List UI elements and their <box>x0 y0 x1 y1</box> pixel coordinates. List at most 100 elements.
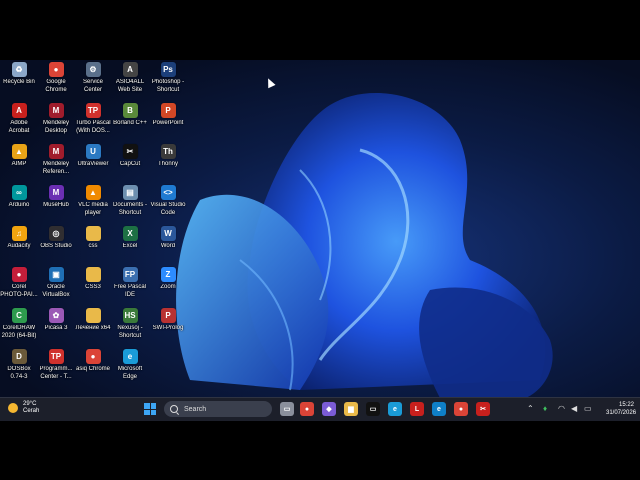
desktop-icon-label: Word <box>160 243 176 249</box>
desktop-icon[interactable]: Z Zoom <box>149 267 187 307</box>
desktop-icon[interactable]: X Excel <box>111 226 149 266</box>
desktop-icon[interactable]: ♻ Recycle Bin <box>0 62 38 102</box>
desktop-icon[interactable]: P SWI-Prolog <box>149 308 187 348</box>
desktop-icon[interactable]: TP Programm... Center - T... <box>37 349 75 389</box>
desktop-icon[interactable]: ▤ Documents - Shortcut <box>111 185 149 225</box>
desktop-icon-label: Oracle VirtualBox <box>42 284 70 298</box>
photoshop-icon: Ps <box>160 62 176 77</box>
desktop-icon-label: Picasa 3 <box>44 325 68 331</box>
audacity-icon: ♫ <box>11 226 27 241</box>
desktop-icon[interactable]: TP Turbo Pascal (With DOS... <box>74 103 112 143</box>
weather-widget[interactable]: 29°C Cerah <box>8 401 39 415</box>
desktop-icon[interactable]: D DOSBox 0.74-3 <box>0 349 38 389</box>
desktop-icon[interactable]: ♫ Audacity <box>0 226 38 266</box>
edge-icon[interactable]: e <box>388 402 402 416</box>
taskbar: 29°C Cerah Search ▭ ● ◆ ▆ ▭ e Le ● ✂ ⌃ ♦ ◠ ◀ ▭ 1… <box>0 397 640 421</box>
desktop-icon-label: OBS Studio <box>40 243 72 249</box>
corel-photo-paint-icon: ● <box>11 267 27 282</box>
vscode-icon: <> <box>160 185 176 200</box>
service-center-icon: ⚙ <box>85 62 101 77</box>
desktop-icon[interactable]: B Borland C++ <box>111 103 149 143</box>
recycle-bin-icon: ♻ <box>11 62 27 77</box>
desktop-icon-label: Mendeley Desktop <box>42 120 69 134</box>
desktop-icon-label: Mendeley Referen... <box>42 161 70 175</box>
desktop-icon[interactable]: HS Nexusoj - Shortcut <box>111 308 149 348</box>
file-explorer-icon[interactable]: ▆ <box>344 402 358 416</box>
lwks-icon[interactable]: L <box>410 402 424 416</box>
desktop-icon[interactable]: A ASIO4ALL Web Site <box>111 62 149 102</box>
folder-icon <box>85 267 101 282</box>
nexusoj-icon: HS <box>122 308 138 323</box>
desktop-icon-label: Audacity <box>7 243 31 249</box>
chevron-up-icon[interactable]: ⌃ <box>527 404 534 413</box>
program-center-icon: TP <box>48 349 64 364</box>
desktop-icon[interactable]: CSS3 <box>74 267 112 307</box>
desktop-icon[interactable]: ⚙ Service Center <box>74 62 112 102</box>
desktop-icon[interactable]: ● asiq Chrome <box>74 349 112 389</box>
powerpoint-icon: P <box>160 103 176 118</box>
desktop-icon[interactable]: P PowerPoint <box>149 103 187 143</box>
desktop-icon[interactable]: ▣ Oracle VirtualBox <box>37 267 75 307</box>
desktop-icon[interactable]: ▲ VLC media player <box>74 185 112 225</box>
desktop-icon[interactable]: ✂ CapCut <box>111 144 149 184</box>
desktop-icon[interactable]: Лечение x64 <box>74 308 112 348</box>
documents-icon: ▤ <box>122 185 138 200</box>
edge-browser-icon[interactable]: e <box>432 402 446 416</box>
battery-icon[interactable]: ▭ <box>584 404 592 413</box>
chrome-profile-icon[interactable]: ● <box>454 402 468 416</box>
copilot-icon[interactable]: ◆ <box>322 402 336 416</box>
microphone-icon[interactable]: ♦ <box>543 404 547 413</box>
system-clock[interactable]: 15:22 31/07/2026 <box>606 401 636 417</box>
desktop-icon[interactable]: css <box>74 226 112 266</box>
chrome-icon: ● <box>85 349 101 364</box>
desktop-icon[interactable]: W Word <box>149 226 187 266</box>
desktop-icon-label: Turbo Pascal (With DOS... <box>75 120 111 134</box>
capcut-icon: ✂ <box>122 144 138 159</box>
terminal-icon[interactable]: ▭ <box>366 402 380 416</box>
turbo-pascal-icon: TP <box>85 103 101 118</box>
desktop-icon-label: Microsoft Edge <box>117 366 143 380</box>
desktop-icon-label: ASIO4ALL Web Site <box>115 79 145 93</box>
clock-time: 15:22 <box>618 402 634 408</box>
desktop-icon[interactable]: Ps Photoshop - Shortcut <box>149 62 187 102</box>
desktop-icon-label: SWI-Prolog <box>152 325 184 331</box>
desktop-icon[interactable]: M MuseHub <box>37 185 75 225</box>
ultraviewer-icon: U <box>85 144 101 159</box>
desktop-icon[interactable]: U UltraViewer <box>74 144 112 184</box>
desktop-icon[interactable]: ✿ Picasa 3 <box>37 308 75 348</box>
acrobat-icon: A <box>11 103 27 118</box>
free-pascal-icon: FP <box>122 267 138 282</box>
wifi-icon[interactable]: ◠ <box>558 404 565 413</box>
desktop-icon[interactable]: ∞ Arduino <box>0 185 38 225</box>
dosbox-icon: D <box>11 349 27 364</box>
arduino-icon: ∞ <box>11 185 27 200</box>
chrome-icon[interactable]: ● <box>300 402 314 416</box>
snipping-tool-icon[interactable]: ✂ <box>476 402 490 416</box>
taskbar-search-box[interactable]: Search <box>164 401 272 417</box>
desktop-icon[interactable]: A Adobe Acrobat <box>0 103 38 143</box>
desktop-icon-label: Photoshop - Shortcut <box>151 79 185 93</box>
desktop-icon[interactable]: Th Thonny <box>149 144 187 184</box>
desktop-icon[interactable]: M Mendeley Desktop <box>37 103 75 143</box>
mendeley-reference-icon: M <box>48 144 64 159</box>
desktop-icon[interactable]: ▲ AIMP <box>0 144 38 184</box>
desktop-icon[interactable]: ◎ OBS Studio <box>37 226 75 266</box>
desktop-icon[interactable]: e Microsoft Edge <box>111 349 149 389</box>
search-icon <box>170 405 178 413</box>
desktop-icon[interactable]: ● Corel PHOTO-PAI... <box>0 267 38 307</box>
desktop: ♻ Recycle Bin ● Google Chrome ⚙ Service Cente… <box>0 60 640 420</box>
desktop-icon[interactable]: C CorelDRAW 2020 (64-Bit) <box>0 308 38 348</box>
volume-icon[interactable]: ◀ <box>571 404 577 413</box>
desktop-icon[interactable]: <> Visual Studio Code <box>149 185 187 225</box>
desktop-icon[interactable]: FP Free Pascal IDE <box>111 267 149 307</box>
desktop-icon[interactable]: ● Google Chrome <box>37 62 75 102</box>
mendeley-icon: M <box>48 103 64 118</box>
start-button[interactable] <box>144 403 156 415</box>
desktop-icon-label: CSS3 <box>85 284 101 290</box>
desktop-icon[interactable]: M Mendeley Referen... <box>37 144 75 184</box>
desktop-icon-label: Programm... Center - T... <box>39 366 73 380</box>
desktop-icon-label: Documents - Shortcut <box>112 202 147 216</box>
thonny-icon: Th <box>160 144 176 159</box>
desktop-icon-label: AIMP <box>11 161 27 167</box>
task-view-icon[interactable]: ▭ <box>280 402 294 416</box>
